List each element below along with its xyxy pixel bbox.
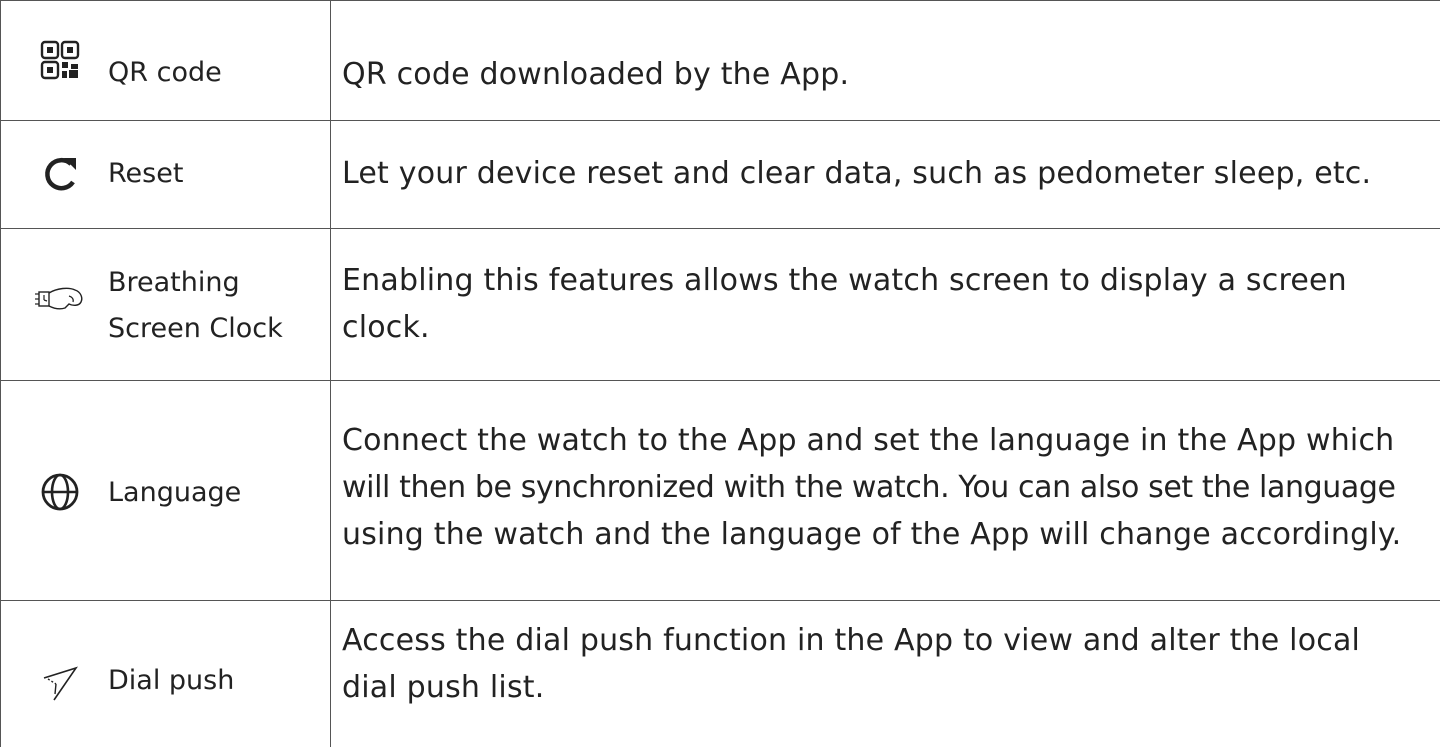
table-row-language: Language Connect the watch to the App an… [0, 380, 1440, 600]
feature-description: Enabling this features allows the watch … [342, 258, 1347, 350]
description-line: will then be synchronized with the watch… [342, 470, 1396, 505]
description-line: QR code downloaded by the App. [342, 57, 850, 92]
feature-description: Access the dial push function in the App… [342, 618, 1360, 710]
qr-code-icon [28, 36, 92, 84]
send-arrow-icon [28, 660, 92, 708]
feature-label: QR code [108, 57, 222, 88]
description-line: clock. [342, 310, 430, 345]
feature-description: QR code downloaded by the App. [342, 52, 849, 97]
feature-label: Language [108, 477, 242, 508]
feature-label: Breathing Screen Clock [108, 262, 283, 350]
description-line: Connect the watch to the App and set the… [342, 423, 1395, 458]
description-line: Enabling this features allows the watch … [342, 263, 1347, 298]
table-row-breathing-screen-clock: Breathing Screen Clock Enabling this fea… [0, 228, 1440, 380]
description-line: Let your device reset and clear data, su… [342, 156, 1372, 191]
feature-label: Dial push [108, 665, 235, 696]
wrist-watch-icon [28, 276, 92, 324]
table-row-qr-code: QR code QR code downloaded by the App. [0, 0, 1440, 120]
feature-table: QR code QR code downloaded by the App. R… [0, 0, 1440, 747]
reset-icon [28, 150, 92, 198]
table-row-dial-push: Dial push Access the dial push function … [0, 600, 1440, 747]
description-line: using the watch and the language of the … [342, 517, 1402, 552]
feature-label-line: Breathing [108, 267, 240, 298]
feature-label: Reset [108, 158, 184, 189]
globe-icon [28, 468, 92, 516]
description-line: Access the dial push function in the App… [342, 623, 1361, 658]
feature-label-line: Screen Clock [108, 313, 283, 344]
feature-description: Let your device reset and clear data, su… [342, 151, 1371, 196]
feature-description: Connect the watch to the App and set the… [342, 418, 1401, 557]
description-line: dial push list. [342, 670, 545, 705]
table-row-reset: Reset Let your device reset and clear da… [0, 120, 1440, 228]
